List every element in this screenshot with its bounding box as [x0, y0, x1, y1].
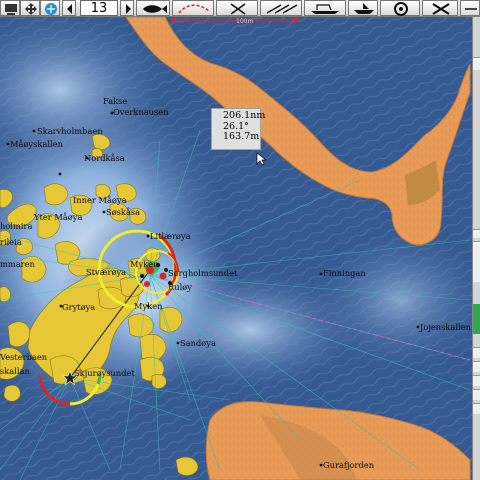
place-label-finningan: Finningan	[323, 268, 366, 278]
measure-depth: 163.7m	[223, 131, 260, 142]
place-label-myken-s: Myken	[134, 301, 163, 311]
place-label-skallan: skallan	[0, 366, 30, 376]
arrow-right-icon	[126, 4, 131, 14]
lines-button[interactable]	[260, 0, 302, 16]
grid-button[interactable]	[216, 0, 258, 16]
place-label-mmaren: mmaren	[0, 259, 36, 269]
side-panel-checkbox[interactable]	[473, 403, 480, 414]
place-label-skarvholmbaen: Skarvholmbaen	[37, 126, 103, 136]
side-panel-checkbox[interactable]	[473, 375, 480, 386]
zoom-in-button[interactable]	[120, 0, 134, 16]
zoom-level-field[interactable]	[80, 0, 118, 16]
target-icon	[394, 2, 408, 16]
curve-track-icon	[178, 4, 210, 14]
place-label-fakse: Fakse	[103, 96, 127, 106]
side-panel-item[interactable]	[473, 229, 480, 238]
pan-arrows-icon	[25, 3, 37, 15]
more-icon	[465, 8, 477, 10]
place-label-storaeroya: Stværøya	[86, 267, 126, 277]
tools-icon	[432, 3, 450, 15]
place-label-skjuroysundet: Skjurøysundet	[74, 368, 135, 378]
side-panel[interactable]	[472, 17, 480, 480]
measurement-popup: 206.1nm 26.1° 163.7m	[211, 108, 266, 150]
place-label-sorgholmsundet: Sorgholmsundet	[168, 268, 238, 278]
side-panel-green-button[interactable]	[473, 304, 480, 334]
place-label-ruloy: Ruløy	[168, 282, 192, 292]
scale-label: 100m	[236, 18, 253, 25]
boat-button[interactable]	[304, 0, 346, 16]
place-label-rileia: rileia	[0, 237, 22, 247]
monitor-icon	[5, 4, 17, 15]
track-button[interactable]	[172, 0, 214, 16]
place-label-maoyskallen: Måøyskallen	[10, 138, 64, 149]
side-panel-checkbox[interactable]	[473, 361, 480, 372]
side-panel-item[interactable]	[473, 241, 480, 282]
arrow-left-icon	[67, 4, 72, 14]
zoom-out-button[interactable]	[62, 0, 76, 16]
side-panel-item[interactable]	[473, 57, 480, 70]
fish-icon	[143, 5, 167, 13]
toolbar	[0, 0, 480, 17]
place-label-overknausen: Overknausen	[113, 107, 169, 117]
fish-school-icon	[311, 4, 339, 14]
place-label-yter-maoya: Yter Måøya	[33, 211, 82, 222]
place-label-myken-n: Myken	[130, 259, 159, 269]
fish-button[interactable]	[136, 0, 170, 16]
place-label-litlaeroya: Litlærøya	[150, 231, 191, 241]
side-panel-checkbox[interactable]	[473, 347, 480, 358]
place-label-jojenskallen: Jojenskallen	[419, 322, 472, 332]
target-button[interactable]	[380, 0, 420, 16]
monitor-button[interactable]	[0, 0, 20, 16]
boat-mode-button[interactable]	[348, 0, 378, 16]
place-label-soskasa: Søskåsa	[106, 206, 140, 217]
place-label-gurafjorden: Gurafjorden	[323, 460, 375, 470]
tools-button[interactable]	[422, 0, 458, 16]
place-label-vesterbaen: Vesterbaen	[0, 352, 48, 362]
chart-map[interactable]: Fakse Overknausen Skarvholmbaen Måøyskal…	[0, 0, 480, 480]
place-label-inner-maoya: Inner Måøya	[73, 194, 127, 205]
side-panel-checkbox[interactable]	[473, 389, 480, 400]
pan-button[interactable]	[20, 0, 40, 16]
place-label-nordkasa: Nordkåsa	[84, 152, 125, 163]
place-label-grytoya: Grytøya	[62, 302, 95, 312]
route-button[interactable]	[40, 0, 60, 16]
place-label-sandoya: Sandøya	[180, 338, 216, 348]
route-icon	[45, 3, 57, 15]
place-label-holmira: holmira	[0, 221, 32, 231]
boat-icon	[354, 3, 374, 14]
parallel-lines-icon	[266, 4, 298, 14]
measure-distance: 206.1nm	[223, 110, 266, 121]
cross-mark-icon	[230, 3, 246, 15]
more-button[interactable]	[460, 0, 480, 16]
